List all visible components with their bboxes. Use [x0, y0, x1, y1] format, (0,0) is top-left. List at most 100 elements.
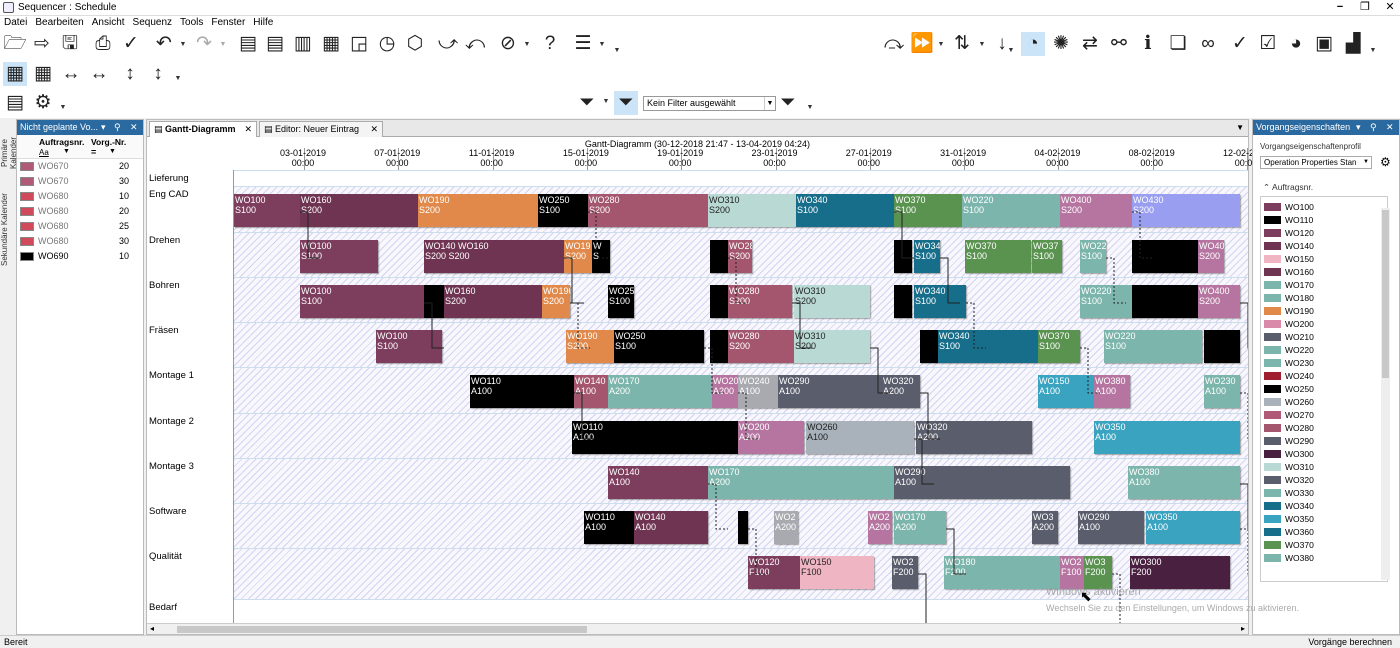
chevron-down-icon[interactable]: ▼ — [523, 40, 531, 50]
gantt-bar[interactable]: WO190S200 — [566, 330, 614, 363]
list-item[interactable]: WO260 — [1264, 396, 1384, 409]
list-item[interactable]: WO280 — [1264, 422, 1384, 435]
list-item[interactable]: WO370 — [1264, 539, 1384, 552]
report-icon[interactable]: ◷ — [375, 32, 399, 56]
filter-operator[interactable]: = — [91, 147, 96, 157]
pin-icon[interactable]: ⚲ — [1370, 120, 1377, 135]
list-item[interactable]: WO680 10 — [17, 189, 143, 204]
gantt-bar[interactable]: WO170 A200 — [608, 375, 712, 408]
help-icon[interactable]: ? — [538, 32, 562, 56]
sun-icon[interactable]: ✺ — [1049, 32, 1073, 56]
list-item[interactable]: WO210 — [1264, 331, 1384, 344]
gantt-bar[interactable] — [1204, 330, 1240, 363]
list-item[interactable]: WO360 — [1264, 526, 1384, 539]
gantt-bar[interactable]: WO280 S200 — [728, 330, 794, 363]
toolbar-options-icon[interactable]: ▼ — [174, 74, 182, 84]
export-icon[interactable]: ⇨ — [30, 32, 54, 56]
toolbar-options-icon[interactable]: ▼ — [613, 46, 621, 56]
info-icon[interactable]: ℹ — [1136, 32, 1160, 56]
scroll-left-icon[interactable]: ◂ — [150, 624, 154, 633]
check-circle-icon[interactable]: ✓ — [119, 32, 143, 56]
gantt-bar[interactable]: WO140 WO160 S200 S200 — [424, 240, 564, 273]
gantt-bar[interactable]: WO320 A200 — [916, 421, 1032, 454]
gantt-bar[interactable]: WO3 F200 — [1084, 556, 1112, 589]
column-order[interactable]: Auftragsnr. — [39, 137, 84, 147]
chevron-down-icon[interactable]: ▼ — [179, 40, 187, 50]
gantt-bar[interactable]: WO160 S200 — [300, 194, 418, 227]
list-item[interactable]: WO160 — [1264, 266, 1384, 279]
sort-icon[interactable]: ⇅ — [950, 32, 974, 56]
list-icon[interactable]: ☰ — [571, 32, 595, 56]
gantt-bar[interactable]: WO40 S200 — [1198, 240, 1224, 273]
restore-icon[interactable]: ❐ — [1353, 0, 1377, 15]
calendar-grid-icon[interactable]: ▦ — [31, 62, 55, 86]
gantt-bar[interactable]: WO290 A100 — [778, 375, 882, 408]
column-op[interactable]: Vorg.-Nr. — [91, 137, 126, 147]
list-item[interactable]: WO350 — [1264, 513, 1384, 526]
tab-editor[interactable]: ▤ Editor: Neuer Eintrag ✕ — [259, 121, 383, 137]
gantt-bar[interactable]: WO110 A100 — [584, 511, 634, 544]
gantt-bar[interactable]: WO170 A200 — [708, 466, 894, 499]
gantt-bar[interactable] — [1132, 240, 1198, 273]
list-item[interactable]: WO670 30 — [17, 174, 143, 189]
list-item[interactable]: WO680 20 — [17, 204, 143, 219]
list-item[interactable]: WO680 30 — [17, 234, 143, 249]
gantt-bar[interactable]: WO160 S200 — [444, 285, 542, 318]
list-item[interactable]: WO150 — [1264, 253, 1384, 266]
close-icon[interactable]: ✕ — [1386, 120, 1394, 135]
gantt-bar[interactable]: WO180 F200 — [944, 556, 1060, 589]
filter-active-icon[interactable]: ⏷ — [614, 91, 638, 115]
gantt-bar[interactable]: WO140 A100 — [634, 511, 708, 544]
gantt-bar[interactable]: WO430 S200 — [1132, 194, 1240, 227]
chevron-down-icon[interactable]: ▼ — [978, 40, 986, 50]
gantt-bar[interactable]: WO320 A200 — [882, 375, 920, 408]
gantt-bar[interactable]: WO370 S100 — [965, 240, 1031, 273]
fast-forward-icon[interactable]: ⏩ — [910, 32, 934, 56]
gantt-bar[interactable]: WO250 S100 — [614, 330, 704, 363]
gantt-bar[interactable] — [424, 285, 444, 318]
gantt-bar[interactable]: WO2 F100 — [1060, 556, 1084, 589]
tab-primary-calendar[interactable]: Primäre Kalender — [0, 123, 18, 183]
list-item[interactable]: WO230 — [1264, 357, 1384, 370]
list-item[interactable]: WO380 — [1264, 552, 1384, 565]
gauge-icon[interactable]: ◕ — [1284, 32, 1308, 56]
list-item[interactable]: WO690 10 — [17, 249, 143, 264]
tab-gantt[interactable]: ▤ Gantt-Diagramm ✕ — [149, 121, 257, 137]
gantt-bar[interactable]: WO310 S200 — [708, 194, 796, 227]
filter-select[interactable]: Kein Filter ausgewählt ▼ — [643, 96, 776, 111]
gantt-bar[interactable]: WO150 A100 — [1038, 375, 1094, 408]
gantt-bar[interactable]: WO400 S200 — [1060, 194, 1132, 227]
pin-icon[interactable]: ⚲ — [114, 120, 121, 135]
backward-icon[interactable]: ⤺ — [463, 32, 487, 56]
toolbar-options-icon[interactable]: ▼ — [59, 103, 67, 113]
gantt-bar[interactable]: WS — [592, 240, 610, 273]
chevron-down-icon[interactable]: ▼ — [219, 40, 227, 50]
gantt-bar[interactable]: WO20 A200 — [712, 375, 738, 408]
chevron-down-icon[interactable]: ▼ — [764, 97, 775, 110]
infinity-icon[interactable]: ∞ — [1196, 32, 1220, 56]
gantt-bar[interactable]: WO310 S200 — [794, 285, 870, 318]
gantt-bar[interactable]: WO220 S100 — [1104, 330, 1202, 363]
scroll-thumb[interactable] — [1382, 210, 1389, 378]
gantt-bar[interactable]: WO350 A100 — [1146, 511, 1240, 544]
gantt-bar[interactable] — [710, 330, 728, 363]
toolbar-options-icon[interactable]: ▼ — [1369, 46, 1377, 56]
list-item[interactable]: WO340 — [1264, 500, 1384, 513]
list-item[interactable]: WO120 — [1264, 227, 1384, 240]
gantt-bar[interactable]: WO300 F200 — [1130, 556, 1230, 589]
gantt-bar[interactable]: WO200 A200 — [738, 421, 804, 454]
report-icon[interactable]: ▥ — [291, 32, 315, 56]
gantt-bar[interactable] — [710, 240, 728, 273]
collapse-icon[interactable]: ⌃ — [1263, 182, 1270, 192]
bar-chart-icon[interactable]: ▟ — [1341, 32, 1365, 56]
list-item[interactable]: WO180 — [1264, 292, 1384, 305]
gantt-bar[interactable]: WO370 S100 — [894, 194, 962, 227]
report-icon[interactable]: ▦ — [319, 32, 343, 56]
profile-select[interactable]: Operation Properties Stan ▼ — [1260, 156, 1372, 169]
report-icon[interactable]: ◲ — [347, 32, 371, 56]
filter-settings-icon[interactable]: ⏷ — [776, 91, 800, 115]
list-item[interactable]: WO170 — [1264, 279, 1384, 292]
gantt-bar[interactable]: WO100 S100 — [376, 330, 442, 363]
reschedule-icon[interactable]: ⤼ — [882, 32, 906, 56]
menu-datei[interactable]: Datei — [0, 16, 31, 29]
